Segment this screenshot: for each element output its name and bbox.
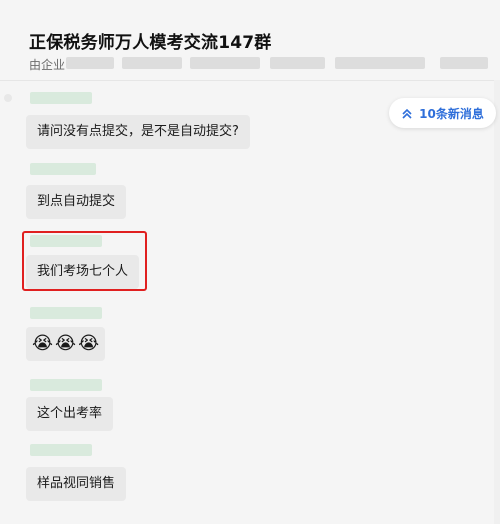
new-messages-button[interactable]: 10条新消息: [389, 98, 496, 128]
redacted-text: [335, 57, 425, 69]
crying-emoji-icon: 😭: [78, 333, 100, 354]
new-messages-label: 10条新消息: [419, 106, 484, 121]
emoji-message-bubble[interactable]: 😭 😭 😭: [26, 327, 106, 361]
sender-name: [30, 379, 102, 391]
group-title: 正保税务师万人模考交流147群: [29, 33, 272, 53]
redacted-text: [270, 57, 325, 69]
redacted-text: [440, 57, 488, 69]
chat-header: 正保税务师万人模考交流147群 由企业: [0, 0, 500, 81]
left-gutter: [0, 80, 20, 524]
scrollbar-track[interactable]: [494, 80, 500, 524]
message-bubble[interactable]: 这个出考率: [26, 397, 114, 431]
highlight-box: [22, 231, 147, 291]
group-subtitle: 由企业: [29, 56, 65, 73]
message-bubble[interactable]: 请问没有点提交，是不是自动提交?: [26, 115, 250, 149]
redacted-text: [190, 57, 260, 69]
sender-name: [30, 163, 96, 175]
sender-name: [30, 307, 102, 319]
message-bubble[interactable]: 到点自动提交: [26, 185, 127, 219]
subtitle-prefix: 由企业: [29, 58, 66, 72]
crying-emoji-icon: 😭: [32, 333, 54, 354]
message-bubble[interactable]: 样品视同销售: [26, 467, 127, 501]
sender-name: [30, 92, 92, 104]
double-chevron-up-icon: [402, 108, 412, 119]
crying-emoji-icon: 😭: [55, 333, 77, 354]
sender-name: [30, 444, 92, 456]
gutter-dot: [4, 94, 12, 102]
redacted-text: [66, 57, 114, 69]
redacted-text: [122, 57, 182, 69]
